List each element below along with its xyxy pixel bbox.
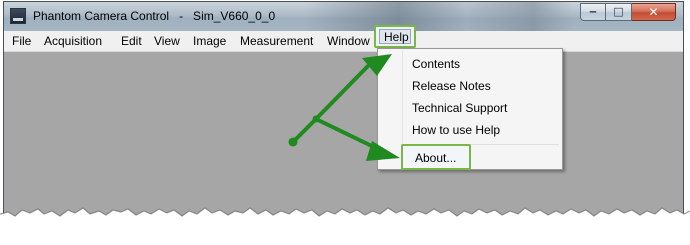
menu-item-about[interactable]: About...	[401, 144, 471, 170]
window-title: Phantom Camera Control - Sim_V660_0_0	[33, 9, 276, 23]
menu-item-how-to-use-help[interactable]: How to use Help	[412, 123, 500, 137]
menu-item-release-notes[interactable]: Release Notes	[412, 79, 491, 93]
menu-help[interactable]: Help	[374, 25, 416, 48]
menu-window[interactable]: Window	[327, 34, 370, 48]
maximize-icon: □	[613, 5, 624, 18]
caption-buttons: ‒ □ ✕	[580, 3, 676, 22]
app-icon[interactable]	[10, 8, 26, 24]
maximize-button[interactable]: □	[606, 3, 632, 21]
menu-acquisition[interactable]: Acquisition	[44, 34, 102, 48]
menu-measurement[interactable]: Measurement	[240, 34, 313, 48]
close-button[interactable]: ✕	[632, 3, 676, 21]
title-bar[interactable]: Phantom Camera Control - Sim_V660_0_0 ‒ …	[4, 2, 683, 32]
close-icon: ✕	[648, 5, 659, 19]
minimize-icon: ‒	[589, 5, 597, 18]
app-window: Phantom Camera Control - Sim_V660_0_0 ‒ …	[3, 1, 684, 241]
menu-bar: File Acquisition Edit View Image Measure…	[4, 31, 683, 52]
menu-file[interactable]: File	[12, 34, 31, 48]
menu-help-label: Help	[384, 30, 409, 44]
minimize-button[interactable]: ‒	[580, 3, 606, 21]
menu-item-technical-support[interactable]: Technical Support	[412, 101, 507, 115]
menu-item-about-label: About...	[415, 151, 457, 165]
title-bar-background	[304, 2, 574, 31]
menu-item-contents[interactable]: Contents	[412, 57, 460, 71]
menu-image[interactable]: Image	[193, 34, 226, 48]
menu-edit[interactable]: Edit	[121, 34, 142, 48]
menu-view[interactable]: View	[154, 34, 180, 48]
